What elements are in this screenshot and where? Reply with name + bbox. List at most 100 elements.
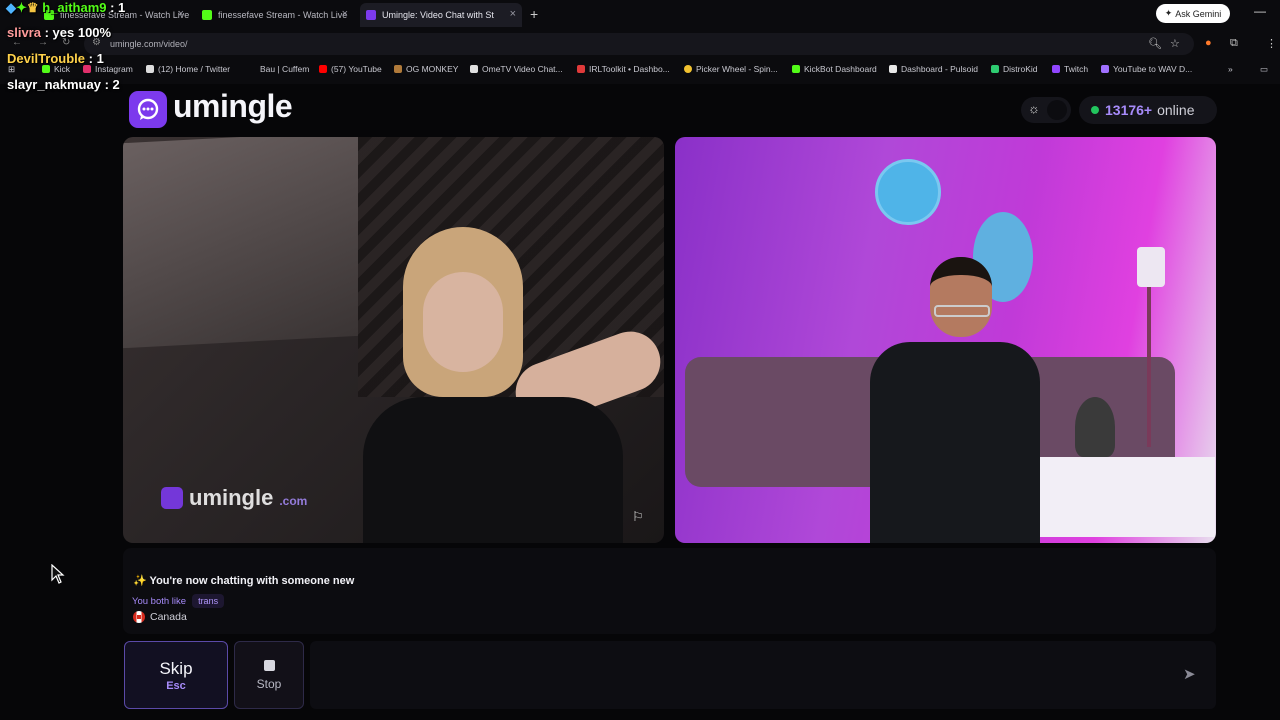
wheel-icon — [684, 65, 692, 73]
irltoolkit-icon — [577, 65, 585, 73]
ometv-icon — [470, 65, 478, 73]
converter-icon — [1101, 65, 1109, 73]
bookmark-twitch[interactable]: Twitch — [1052, 64, 1088, 74]
overlay-message: DevilTrouble : 1 — [7, 51, 104, 66]
kick-favicon-icon — [202, 10, 212, 20]
new-tab-icon[interactable]: + — [530, 6, 538, 22]
skip-shortcut: Esc — [166, 679, 186, 692]
bookmarks-bar: ⊞ Kick Instagram (12) Home / Twitter Bau… — [0, 60, 1280, 80]
gemini-icon: ✦ — [1164, 8, 1173, 18]
bookmark-kickbot[interactable]: KickBot Dashboard — [792, 64, 877, 74]
pulsoid-icon — [889, 65, 897, 73]
plant — [1075, 397, 1115, 457]
skip-button[interactable]: Skip Esc — [124, 641, 228, 709]
tab-title: finessefave Stream - Watch Live — [218, 10, 348, 20]
umingle-watermark-icon — [161, 487, 183, 509]
online-count: 13176+ — [1105, 102, 1153, 118]
bookmark-og-monkey[interactable]: OG MONKEY — [394, 64, 458, 74]
chat-messages-panel — [123, 548, 1216, 634]
zoom-icon[interactable]: 🔍︎ — [1148, 37, 1162, 50]
tab-title: Umingle: Video Chat with Strangers — [382, 10, 494, 20]
instagram-icon — [83, 65, 91, 73]
sun-icon: ☼ — [1028, 101, 1040, 116]
canada-flag-icon — [133, 611, 145, 623]
tab-strip: finessefave Stream - Watch Live × finess… — [0, 0, 1280, 30]
stranger-person — [363, 227, 664, 543]
country-name: Canada — [150, 611, 187, 623]
crown-icon: ♛ — [26, 0, 39, 15]
chat-input[interactable] — [322, 661, 1162, 689]
system-message: ✨ You're now chatting with someone new — [133, 575, 355, 587]
menu-icon[interactable]: ⋮ — [1266, 37, 1277, 50]
overlay-text: : 1 — [106, 0, 126, 15]
badge-icon: ✦ — [16, 0, 27, 15]
extension-icon[interactable]: ● — [1205, 37, 1212, 49]
tab-umingle[interactable]: Umingle: Video Chat with Strangers × — [360, 3, 522, 27]
theme-toggle[interactable]: ☼ — [1021, 97, 1071, 123]
send-icon[interactable]: ➤ — [1183, 665, 1196, 683]
stranger-video: umingle .com ⚐ — [123, 137, 664, 543]
url-text[interactable]: umingle.com/video/ — [110, 39, 188, 49]
bookmark-distrokid[interactable]: DistroKid — [991, 64, 1037, 74]
shared-interests: You both like trans — [132, 594, 225, 608]
wall-poster — [123, 137, 358, 349]
all-bookmarks-folder-icon[interactable]: ▭ — [1260, 64, 1268, 75]
online-status-dot — [1091, 106, 1099, 114]
kick-icon — [42, 65, 50, 73]
video-watermark: umingle .com — [161, 485, 307, 511]
white-table — [1025, 457, 1215, 537]
close-tab-icon[interactable]: × — [178, 8, 184, 20]
umingle-logo-icon[interactable] — [129, 91, 167, 128]
minimize-icon[interactable]: — — [1254, 4, 1266, 18]
umingle-favicon-icon — [366, 10, 376, 20]
stop-label: Stop — [256, 676, 282, 691]
mouse-cursor-icon — [51, 564, 65, 584]
report-flag-icon[interactable]: ⚐ — [632, 509, 644, 525]
address-bar — [0, 31, 1280, 57]
toggle-knob — [1047, 100, 1067, 120]
overlay-username: h_aitham9 — [42, 0, 107, 15]
watermark-text: umingle — [189, 485, 274, 510]
monkey-icon — [394, 65, 402, 73]
online-counter: 13176+ online — [1079, 96, 1217, 124]
browser-chrome: finessefave Stream - Watch Live × finess… — [0, 0, 1280, 84]
overlay-text: : yes 100% — [40, 25, 112, 40]
close-tab-icon[interactable]: × — [342, 8, 348, 20]
bookmark-pulsoid[interactable]: Dashboard - Pulsoid — [889, 64, 978, 74]
bookmark-irltoolkit[interactable]: IRLToolkit • Dashbo... — [577, 64, 670, 74]
online-label: online — [1157, 102, 1195, 118]
verified-icon: ◆ — [6, 0, 16, 15]
stop-button[interactable]: Stop — [234, 641, 304, 709]
twitch-icon — [1052, 65, 1060, 73]
stranger-country: Canada — [133, 611, 187, 623]
chat-input-container: ➤ — [310, 641, 1216, 709]
globe-icon — [248, 65, 256, 73]
bookmark-twitter[interactable]: (12) Home / Twitter — [146, 64, 230, 74]
kickbot-icon — [792, 65, 800, 73]
overlay-username: DevilTrouble — [7, 51, 86, 66]
bookmark-youtube[interactable]: (57) YouTube — [319, 64, 382, 74]
bookmark-bau[interactable]: Bau | Cuffem — [248, 64, 309, 74]
round-mirror — [875, 159, 941, 225]
bookmarks-overflow-icon[interactable]: » — [1228, 64, 1233, 74]
overlay-message: slivra : yes 100% — [7, 25, 111, 40]
close-tab-icon[interactable]: × — [510, 8, 516, 20]
omnibox[interactable] — [84, 33, 1194, 55]
ask-gemini-button[interactable]: ✦ Ask Gemini — [1156, 4, 1230, 23]
overlay-text: : 1 — [85, 51, 104, 66]
bookmark-picker-wheel[interactable]: Picker Wheel - Spin... — [684, 64, 778, 74]
ask-gemini-label: Ask Gemini — [1175, 8, 1222, 19]
bookmark-youtube-wav[interactable]: YouTube to WAV D... — [1101, 64, 1192, 74]
overlay-username: slivra — [7, 25, 41, 40]
extensions-puzzle-icon[interactable]: ⧉ — [1230, 37, 1238, 50]
self-person — [870, 257, 1040, 543]
interest-tag: trans — [192, 594, 225, 608]
x-icon — [146, 65, 154, 73]
tab-finessefave-2[interactable]: finessefave Stream - Watch Live × — [196, 3, 354, 27]
shared-interests-label: You both like — [132, 595, 187, 607]
logo-text[interactable]: umingle — [173, 88, 293, 125]
watermark-tld: .com — [279, 494, 308, 508]
bookmark-ometv[interactable]: OmeTV Video Chat... — [470, 64, 563, 74]
bookmark-star-icon[interactable]: ☆ — [1170, 37, 1180, 50]
youtube-icon — [319, 65, 327, 73]
